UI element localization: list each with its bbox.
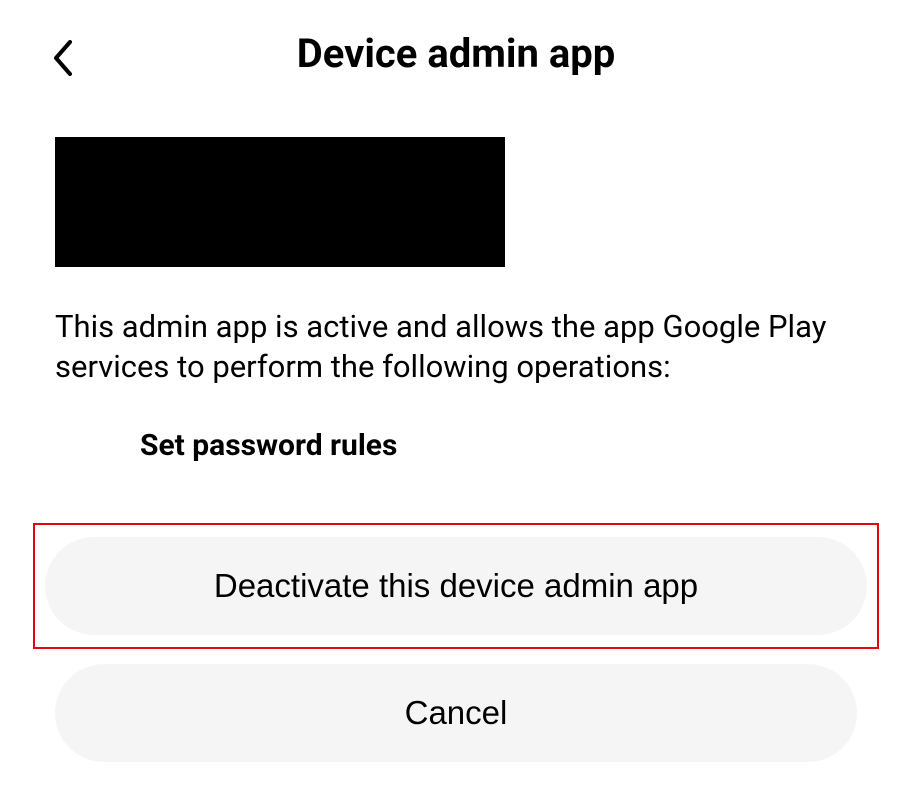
highlight-annotation: Deactivate this device admin app [33, 523, 879, 649]
header: Device admin app [0, 0, 912, 107]
admin-description: This admin app is active and allows the … [55, 307, 857, 388]
operation-item: Set password rules [55, 428, 857, 463]
back-icon[interactable] [50, 38, 78, 82]
page-title: Device admin app [40, 30, 872, 77]
app-info-block [55, 137, 505, 267]
deactivate-button[interactable]: Deactivate this device admin app [45, 537, 867, 635]
content-area: This admin app is active and allows the … [0, 137, 912, 782]
cancel-button[interactable]: Cancel [55, 664, 857, 762]
